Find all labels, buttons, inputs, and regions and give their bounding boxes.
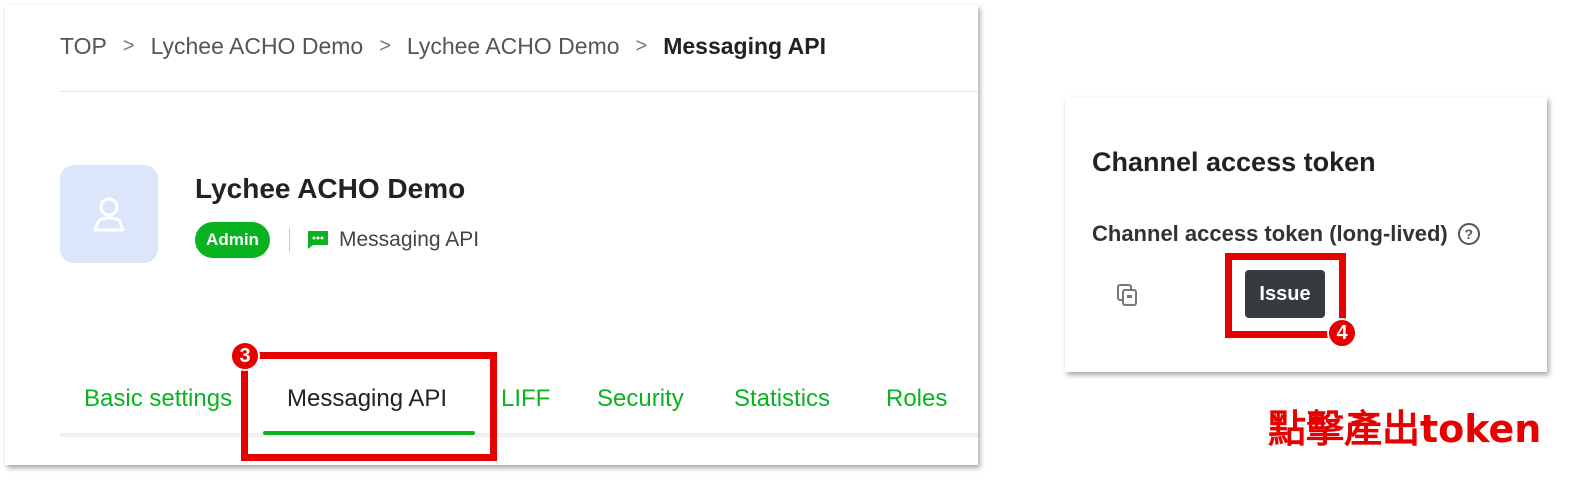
breadcrumb: TOP > Lychee ACHO Demo > Lychee ACHO Dem… (60, 31, 826, 61)
channel-type-label: Messaging API (339, 228, 480, 251)
breadcrumb-item-channel[interactable]: Lychee ACHO Demo (407, 33, 620, 60)
step-3-marker: 3 (230, 341, 260, 371)
tab-roles[interactable]: Roles (886, 385, 947, 413)
breadcrumb-separator: > (635, 34, 648, 57)
channel-avatar (60, 165, 158, 263)
tab-liff[interactable]: LIFF (501, 385, 550, 413)
help-icon[interactable]: ? (1457, 223, 1480, 245)
breadcrumb-item-provider[interactable]: Lychee ACHO Demo (151, 33, 364, 60)
role-badge: Admin (195, 222, 270, 258)
token-field-label-text: Channel access token (long-lived) (1092, 221, 1448, 246)
chat-bubble-icon (308, 231, 328, 249)
breadcrumb-separator: > (122, 34, 135, 57)
tab-basic-settings[interactable]: Basic settings (84, 385, 232, 413)
tab-bar-baseline (60, 433, 978, 437)
user-icon (93, 197, 125, 232)
section-title: Channel access token (1092, 147, 1376, 177)
breadcrumb-item-top[interactable]: TOP (60, 33, 107, 60)
copy-icon[interactable] (1115, 283, 1139, 312)
meta-divider (289, 228, 290, 252)
step-4-marker: 4 (1327, 318, 1357, 348)
instruction-caption: 點擊產出token (1268, 407, 1542, 451)
highlight-box-step-3 (241, 352, 497, 461)
channel-name: Lychee ACHO Demo (195, 173, 466, 204)
tab-statistics[interactable]: Statistics (734, 385, 830, 413)
breadcrumb-item-current: Messaging API (663, 32, 826, 59)
breadcrumb-separator: > (379, 34, 391, 57)
tab-security[interactable]: Security (597, 385, 684, 413)
token-field-label: Channel access token (long-lived) ? (1092, 221, 1480, 247)
breadcrumb-divider (60, 91, 978, 92)
channel-type: Messaging API (307, 225, 479, 255)
